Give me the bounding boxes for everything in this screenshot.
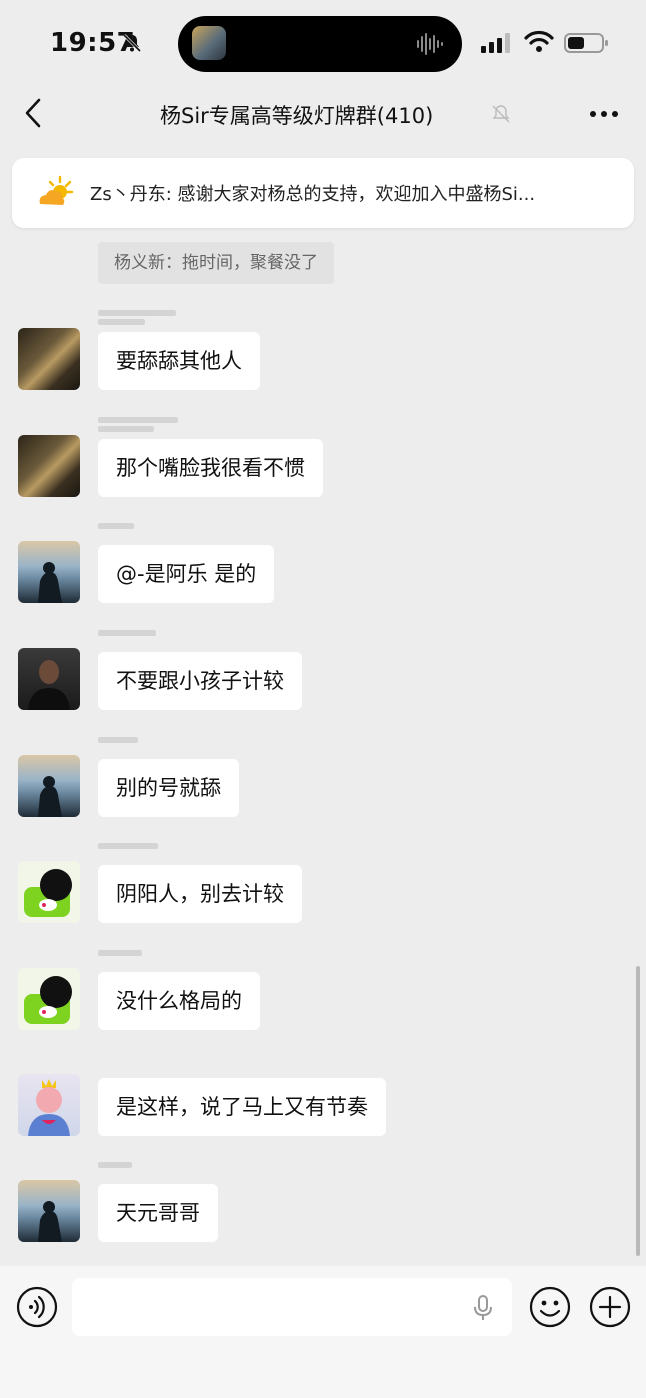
avatar[interactable] — [18, 435, 80, 497]
microphone-icon[interactable] — [472, 1294, 494, 1322]
avatar[interactable] — [18, 541, 80, 603]
message-row: 那个嘴脸我很看不惯 — [0, 417, 646, 511]
blurred-nickname — [98, 737, 138, 751]
avatar-figure-icon — [38, 562, 62, 603]
emoji-icon[interactable] — [529, 1286, 571, 1328]
message-bubble[interactable]: 不要跟小孩子计较 — [98, 652, 302, 710]
avatar[interactable] — [18, 861, 80, 923]
battery-icon — [564, 33, 608, 53]
message-row: 阴阳人，别去计较 — [0, 843, 646, 937]
mute-notification-icon — [492, 105, 510, 123]
back-arrow-icon[interactable] — [22, 96, 46, 130]
avatar-figure-icon — [38, 1201, 62, 1242]
blurred-nickname — [98, 523, 134, 537]
blurred-nickname — [98, 310, 176, 325]
dynamic-island[interactable] — [178, 16, 462, 72]
scrollbar[interactable] — [636, 966, 640, 1256]
audio-wave-icon — [417, 33, 443, 55]
quoted-message[interactable]: 杨义新：拖时间，聚餐没了 — [98, 242, 334, 284]
avatar[interactable] — [18, 755, 80, 817]
message-input[interactable] — [72, 1278, 512, 1336]
input-bar — [0, 1266, 646, 1398]
message-row: 是这样，说了马上又有节奏 — [0, 1056, 646, 1150]
message-bubble[interactable]: 要舔舔其他人 — [98, 332, 260, 390]
message-bubble[interactable]: 是这样，说了马上又有节奏 — [98, 1078, 386, 1136]
more-options-icon[interactable] — [588, 102, 620, 126]
avatar-figure-icon — [38, 776, 62, 817]
now-playing-thumbnail — [192, 26, 226, 60]
avatar-person-icon — [28, 660, 70, 710]
blurred-nickname — [98, 843, 158, 857]
message-bubble[interactable]: 那个嘴脸我很看不惯 — [98, 439, 323, 497]
message-bubble[interactable]: 没什么格局的 — [98, 972, 260, 1030]
bell-muted-icon — [122, 33, 142, 53]
voice-mode-icon[interactable] — [16, 1286, 58, 1328]
message-row: 要舔舔其他人 — [0, 310, 646, 404]
message-row: 没什么格局的 — [0, 950, 646, 1044]
avatar[interactable] — [18, 1074, 80, 1136]
message-row: 天元哥哥 — [0, 1162, 646, 1256]
wifi-icon — [524, 30, 554, 52]
avatar-cartoon-icon — [28, 1079, 70, 1136]
avatar[interactable] — [18, 328, 80, 390]
notice-text: Zs丶丹东: 感谢大家对杨总的支持，欢迎加入中盛杨Si... — [90, 184, 536, 205]
chat-title[interactable]: 杨Sir专属高等级灯牌群(410) — [160, 100, 433, 130]
cellular-signal-icon — [481, 33, 510, 53]
avatar-cartoon-icon — [24, 976, 72, 1024]
pinned-notice[interactable]: Zs丶丹东: 感谢大家对杨总的支持，欢迎加入中盛杨Si... — [12, 158, 634, 228]
avatar[interactable] — [18, 648, 80, 710]
message-bubble[interactable]: 别的号就舔 — [98, 759, 239, 817]
blurred-nickname — [98, 1162, 132, 1176]
message-row: @-是阿乐 是的 — [0, 523, 646, 617]
add-attachment-icon[interactable] — [589, 1286, 631, 1328]
message-bubble[interactable]: 天元哥哥 — [98, 1184, 218, 1242]
blurred-nickname — [98, 630, 156, 644]
status-bar: 19:57 — [0, 0, 646, 88]
message-row: 不要跟小孩子计较 — [0, 630, 646, 724]
message-bubble[interactable]: 阴阳人，别去计较 — [98, 865, 302, 923]
sun-icon — [39, 175, 74, 205]
blurred-nickname — [98, 950, 142, 964]
avatar-cartoon-icon — [24, 869, 72, 917]
avatar[interactable] — [18, 968, 80, 1030]
message-row: 别的号就舔 — [0, 737, 646, 831]
message-bubble[interactable]: @-是阿乐 是的 — [98, 545, 275, 603]
chat-nav-bar: 杨Sir专属高等级灯牌群(410) — [0, 88, 646, 140]
avatar[interactable] — [18, 1180, 80, 1242]
blurred-nickname — [98, 417, 178, 432]
